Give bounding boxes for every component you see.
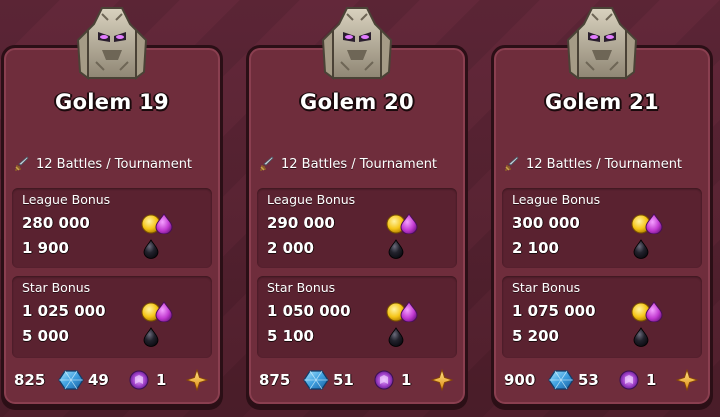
league-card[interactable]: Golem 20 12 Battles / Tournament League … bbox=[246, 45, 468, 407]
league-bonus-label: League Bonus bbox=[267, 192, 356, 207]
extra-rewards-row: 825 49 1 bbox=[14, 368, 214, 392]
gem-icon bbox=[58, 370, 84, 390]
book-amount: 1 bbox=[156, 371, 167, 389]
gem-icon bbox=[548, 370, 574, 390]
gold-elixir-icon bbox=[141, 213, 173, 234]
league-bonus-panel: League Bonus 280 000 1 900 bbox=[12, 188, 212, 268]
battles-text: 12 Battles / Tournament bbox=[281, 156, 438, 172]
gold-elixir-icon bbox=[631, 213, 663, 234]
star-icon bbox=[676, 369, 698, 391]
star-bonus-panel: Star Bonus 1 050 000 5 100 bbox=[257, 276, 457, 358]
gold-elixir-icon bbox=[386, 213, 418, 234]
dark-elixir-icon bbox=[388, 239, 404, 259]
league-dark-elixir-amount: 1 900 bbox=[22, 239, 69, 257]
sword-icon bbox=[259, 156, 275, 172]
dark-elixir-icon bbox=[388, 327, 404, 347]
league-dark-elixir-amount: 2 100 bbox=[512, 239, 559, 257]
league-title: Golem 19 bbox=[55, 90, 169, 114]
star-gold-elixir-amount: 1 075 000 bbox=[512, 302, 596, 320]
league-gold-elixir-amount: 280 000 bbox=[22, 214, 90, 232]
league-card[interactable]: Golem 19 12 Battles / Tournament League … bbox=[1, 45, 223, 407]
star-icon bbox=[186, 369, 208, 391]
league-dark-elixir-amount: 2 000 bbox=[267, 239, 314, 257]
star-dark-elixir-amount: 5 000 bbox=[22, 327, 69, 345]
star-dark-elixir-amount: 5 200 bbox=[512, 327, 559, 345]
gold-elixir-icon bbox=[631, 301, 663, 322]
gem-amount: 53 bbox=[578, 371, 599, 389]
star-bonus-panel: Star Bonus 1 075 000 5 200 bbox=[502, 276, 702, 358]
golem-icon bbox=[562, 0, 642, 90]
battles-row: 12 Battles / Tournament bbox=[259, 156, 461, 172]
dark-elixir-icon bbox=[143, 327, 159, 347]
battles-row: 12 Battles / Tournament bbox=[504, 156, 706, 172]
sword-icon bbox=[14, 156, 30, 172]
xp-amount: 900 bbox=[504, 371, 536, 389]
gem-amount: 51 bbox=[333, 371, 354, 389]
extra-rewards-row: 875 51 1 bbox=[259, 368, 459, 392]
book-amount: 1 bbox=[646, 371, 657, 389]
battles-row: 12 Battles / Tournament bbox=[14, 156, 216, 172]
dark-elixir-icon bbox=[633, 327, 649, 347]
star-dark-elixir-amount: 5 100 bbox=[267, 327, 314, 345]
league-bonus-panel: League Bonus 290 000 2 000 bbox=[257, 188, 457, 268]
league-gold-elixir-amount: 300 000 bbox=[512, 214, 580, 232]
battles-text: 12 Battles / Tournament bbox=[36, 156, 193, 172]
gold-elixir-icon bbox=[386, 301, 418, 322]
golem-icon bbox=[317, 0, 397, 90]
star-bonus-label: Star Bonus bbox=[512, 280, 581, 295]
star-bonus-panel: Star Bonus 1 025 000 5 000 bbox=[12, 276, 212, 358]
dark-elixir-icon bbox=[143, 239, 159, 259]
league-title: Golem 21 bbox=[545, 90, 659, 114]
xp-amount: 875 bbox=[259, 371, 291, 389]
gem-amount: 49 bbox=[88, 371, 109, 389]
golem-icon bbox=[72, 0, 152, 90]
book-amount: 1 bbox=[401, 371, 412, 389]
xp-amount: 825 bbox=[14, 371, 46, 389]
league-card[interactable]: Golem 21 12 Battles / Tournament League … bbox=[491, 45, 713, 407]
battles-text: 12 Battles / Tournament bbox=[526, 156, 683, 172]
magic-book-icon bbox=[619, 370, 639, 390]
extra-rewards-row: 900 53 1 bbox=[504, 368, 704, 392]
magic-book-icon bbox=[129, 370, 149, 390]
star-icon bbox=[431, 369, 453, 391]
star-bonus-label: Star Bonus bbox=[267, 280, 336, 295]
gold-elixir-icon bbox=[141, 301, 173, 322]
league-bonus-label: League Bonus bbox=[512, 192, 601, 207]
star-gold-elixir-amount: 1 050 000 bbox=[267, 302, 351, 320]
gem-icon bbox=[303, 370, 329, 390]
league-gold-elixir-amount: 290 000 bbox=[267, 214, 335, 232]
dark-elixir-icon bbox=[633, 239, 649, 259]
league-bonus-label: League Bonus bbox=[22, 192, 111, 207]
sword-icon bbox=[504, 156, 520, 172]
league-title: Golem 20 bbox=[300, 90, 414, 114]
star-gold-elixir-amount: 1 025 000 bbox=[22, 302, 106, 320]
magic-book-icon bbox=[374, 370, 394, 390]
star-bonus-label: Star Bonus bbox=[22, 280, 91, 295]
league-bonus-panel: League Bonus 300 000 2 100 bbox=[502, 188, 702, 268]
